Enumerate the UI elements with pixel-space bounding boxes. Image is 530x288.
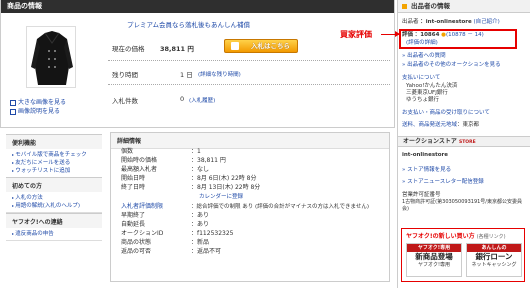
detail-header: 詳細情報 [111,133,389,149]
time-detail-link[interactable]: (詳細な残り時間) [198,70,241,78]
rating-annotation: 買家評価 [340,30,372,39]
store-info-link[interactable]: » ストア情報を見る [402,167,451,174]
product-header: 商品の情報 [1,0,394,13]
detail-label: 最高額入札者 [121,166,158,173]
new-ways-to-buy-box: ヤフオク!の新しい買い方 (各種リンク) ヤフオク!専用 新商品登場 ヤフオク!… [401,228,525,282]
detail-value: ：8月 6日(木) 22時 8分 [191,175,257,182]
bid-button[interactable]: 入札はこちら [224,39,298,53]
new-box-link[interactable]: (各種リンク) [477,234,506,240]
detail-value: ：8月 13日(木) 22時 8分 [191,184,261,191]
new-box-title: ヤフオク!の新しい買い方 (各種リンク) [406,233,506,240]
detail-value: ：あり [191,221,210,228]
store-header: オークションストア STORE [398,136,530,147]
left-panel: 商品の情報 プレミアム会員なら落札後もあんしん補償 大きな画像を見る 画像説明を… [0,0,395,288]
store-name: int-onlinestore [402,152,448,158]
premium-notice-link[interactable]: プレミアム会員なら落札後もあんしん補償 [127,19,250,29]
newsletter-link[interactable]: » ストアニュースレター配信登録 [402,179,484,186]
detail-label: 商品の状態 [121,239,152,246]
banner-bar: あんしんの [467,244,521,252]
divider [108,84,390,85]
detail-label: 自動延長 [121,221,146,228]
time-left-value: 1 日 [180,71,193,79]
banner-sub: ヤフオク!専用 [418,262,450,268]
detail-value: ：f112532325 [191,230,234,237]
banner-sub: ネットキャッシング [471,262,517,268]
banner-title: 新商品登場 [415,252,453,261]
side-section-tools: 便利機能 モバイル版で商品をチェック 友だちにメールを送る ウォッチリストに追加 [6,134,102,178]
bullet-icon [402,4,407,9]
detail-value: ：あり [191,212,210,219]
detail-label: 終了日時 [121,184,146,191]
shipping-value: ：東京都 [457,122,480,128]
price-value: 38,811 円 [160,45,194,53]
time-left-label: 残り時間 [112,71,138,79]
mobile-check-link[interactable]: モバイル版で商品をチェック [12,151,102,159]
side-section-beginners: 初めての方 入札の方法 用語の解説(入札のヘルプ) [6,177,102,213]
add-calendar-link[interactable]: カレンダーに登録 [199,193,243,201]
arrow-icon: » [402,53,406,59]
bank-loan-banner[interactable]: あんしんの 銀行ローン ネットキャッシング [466,243,522,277]
payment-header[interactable]: 支払いについて [402,75,440,82]
banner-bar: ヤフオク!専用 [407,244,461,252]
shipping-row: 送料、商品発送元地域：東京都 [402,122,479,129]
seller-row: 出品者 ：int-onlinestore (自己紹介) [402,19,500,25]
image-icon [10,108,16,115]
detail-label: 返品の可否 [121,248,152,255]
product-photo[interactable] [26,26,76,88]
detail-label: 開始日時 [121,175,146,182]
payment-item: 三菱東京UFJ銀行 [406,90,448,96]
view-large-image-link[interactable]: 大きな画像を見る [10,98,66,107]
detail-value: ：総合評価での制限 あり (評価の合計がマイナスの方は入札できません) [191,204,370,210]
detail-info-table: 詳細情報 個数 ：1 開始時の価格 ：38,811 円 最高額入札者 ：なし 開始日時… [110,132,390,282]
shipping-label[interactable]: 送料、商品発送元地域 [402,122,457,128]
detail-value: ：返品不可 [191,248,222,255]
business-label: 営業許可証番号 [402,192,441,198]
annotation-arrow-icon [381,31,400,37]
side-section-contact: ヤフオク!への連絡 違反商品の申告 [6,213,102,241]
detail-label[interactable]: 入札者評価制限 [121,203,163,211]
new-item-banner[interactable]: ヤフオク!専用 新商品登場 ヤフオク!専用 [406,243,462,277]
arrow-icon: » [402,167,406,173]
seller-other-auctions-link[interactable]: » 出品者のその他のオークションを見る [402,62,501,69]
ask-seller-link[interactable]: » 出品者への質問 [402,53,446,60]
side-section-title: 便利機能 [6,134,102,149]
seller-id: ：int-onlinestore [420,19,472,25]
store-badge: STORE [458,140,476,145]
how-to-bid-link[interactable]: 入札の方法 [12,194,102,202]
bid-count-label: 入札件数 [112,97,138,105]
magnifier-icon [10,99,16,106]
bid-history-link[interactable]: (入札履歴) [189,96,215,104]
payment-receipt-link[interactable]: お支払い・商品の受け取りについて [402,110,490,117]
gavel-icon [231,42,239,50]
photo-links: 大きな画像を見る 画像説明を見る [10,98,66,116]
business-value: 1古物商許可証(第303050093191号/東京都公安委員会) [402,199,522,212]
detail-label: 開始時の価格 [121,157,158,164]
payment-item: Yahoo!かんたん決済 [406,83,458,89]
seller-header: 出品者の情報 [398,0,530,13]
detail-value: ：38,811 円 [191,157,226,164]
coat-image [31,31,73,85]
view-image-description-link[interactable]: 画像説明を見る [10,107,66,116]
seller-profile-link[interactable]: (自己紹介) [473,19,499,25]
divider [108,60,390,61]
detail-value: ：1 [191,148,201,155]
price-label: 現在の価格 [112,45,145,53]
banner-title: 銀行ローン [475,252,513,261]
glossary-link[interactable]: 用語の解説(入札のヘルプ) [12,202,102,210]
side-section-title: ヤフオク!への連絡 [6,213,102,228]
payment-item: ゆうちょ銀行 [406,97,440,103]
arrow-icon: » [402,62,406,68]
report-item-link[interactable]: 違反商品の申告 [12,230,102,238]
bid-count-value: 0 [180,95,185,103]
email-friend-link[interactable]: 友だちにメールを送る [12,159,102,167]
arrow-icon: » [402,179,406,185]
side-section-title: 初めての方 [6,177,102,192]
detail-value: ：なし [191,166,210,173]
detail-label: オークションID [121,230,164,237]
rating-highlight-box [399,29,517,49]
detail-label: 早期終了 [121,212,146,219]
detail-label: 個数 [121,148,134,155]
add-watchlist-link[interactable]: ウォッチリストに追加 [12,167,102,175]
detail-value: ：新品 [191,239,210,246]
